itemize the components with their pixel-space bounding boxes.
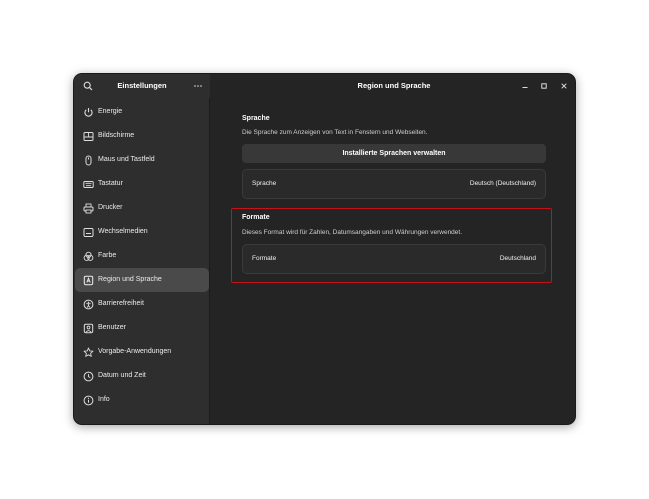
printer-icon [83, 203, 94, 214]
formats-section-title: Formate [242, 214, 270, 221]
sidebar-item-farbe[interactable]: Farbe [75, 244, 209, 268]
accessibility-icon [83, 299, 94, 310]
sidebar-item-label: Barrierefreiheit [98, 300, 144, 307]
sidebar-item-label: Drucker [98, 204, 123, 211]
clock-icon [83, 371, 94, 382]
sidebar-item-label: Energie [98, 108, 123, 115]
sidebar-item-drucker[interactable]: Drucker [75, 196, 209, 220]
info-icon [83, 395, 94, 406]
sidebar-list[interactable]: Audio Energie Bildschirme Maus und Tastf… [74, 85, 210, 412]
sidebar-item-label: Vorgabe-Anwendungen [98, 348, 172, 355]
sidebar-item-wechselmedien[interactable]: Wechselmedien [75, 220, 209, 244]
media-icon [83, 227, 94, 238]
sidebar-item-label: Datum und Zeit [98, 372, 146, 379]
more-menu-icon[interactable] [192, 80, 204, 92]
settings-window: Audio Energie Bildschirme Maus und Tastf… [73, 73, 576, 425]
sidebar-item-energie[interactable]: Energie [75, 100, 209, 124]
manage-languages-button[interactable]: Installierte Sprachen verwalten [242, 144, 546, 163]
sidebar-item-label: Wechselmedien [98, 228, 148, 235]
sidebar-item-region-und-sprache[interactable]: Region und Sprache [75, 268, 209, 292]
language-row[interactable]: Sprache Deutsch (Deutschland) [242, 169, 546, 199]
sidebar-item-bildschirme[interactable]: Bildschirme [75, 124, 209, 148]
main-content: Region und Sprache Sprache Die Sprache z… [211, 74, 575, 424]
power-icon [83, 107, 94, 118]
display-icon [83, 131, 94, 142]
sidebar-item-benutzer[interactable]: Benutzer [75, 316, 209, 340]
language-row-value: Deutsch (Deutschland) [469, 180, 536, 187]
sidebar-item-label: Info [98, 396, 110, 403]
color-icon [83, 251, 94, 262]
keyboard-icon [83, 179, 94, 190]
mouse-icon [83, 155, 94, 166]
sidebar-item-label: Maus und Tastfeld [98, 156, 155, 163]
maximize-icon[interactable] [539, 81, 549, 91]
sidebar-item-label: Tastatur [98, 180, 123, 187]
formats-row-label: Formate [252, 255, 277, 262]
language-section-description: Die Sprache zum Anzeigen von Text in Fen… [242, 129, 428, 136]
sidebar-item-vorgabe-anwendungen[interactable]: Vorgabe-Anwendungen [75, 340, 209, 364]
formats-row-value: Deutschland [499, 255, 536, 262]
sidebar-item-info[interactable]: Info [75, 388, 209, 412]
language-row-label: Sprache [252, 180, 277, 187]
sidebar-item-label: Region und Sprache [98, 276, 162, 283]
users-icon [83, 323, 94, 334]
sidebar-item-label: Farbe [98, 252, 117, 259]
language-section-title: Sprache [242, 115, 270, 122]
sidebar-item-label: Benutzer [98, 324, 127, 331]
sidebar-item-datum-und-zeit[interactable]: Datum und Zeit [75, 364, 209, 388]
formats-row[interactable]: Formate Deutschland [242, 244, 546, 274]
formats-section-description: Dieses Format wird für Zahlen, Datumsang… [242, 229, 463, 236]
sidebar-title: Einstellungen [117, 81, 167, 90]
sidebar-header: Einstellungen [74, 74, 210, 98]
close-icon[interactable] [559, 81, 569, 91]
sidebar: Audio Energie Bildschirme Maus und Tastf… [74, 74, 210, 424]
search-icon[interactable] [82, 80, 94, 92]
minimize-icon[interactable] [520, 81, 530, 91]
sidebar-item-label: Bildschirme [98, 132, 135, 139]
star-icon [83, 347, 94, 358]
region-icon [83, 275, 94, 286]
sidebar-item-barrierefreiheit[interactable]: Barrierefreiheit [75, 292, 209, 316]
sidebar-item-maus[interactable]: Maus und Tastfeld [75, 148, 209, 172]
sidebar-item-tastatur[interactable]: Tastatur [75, 172, 209, 196]
